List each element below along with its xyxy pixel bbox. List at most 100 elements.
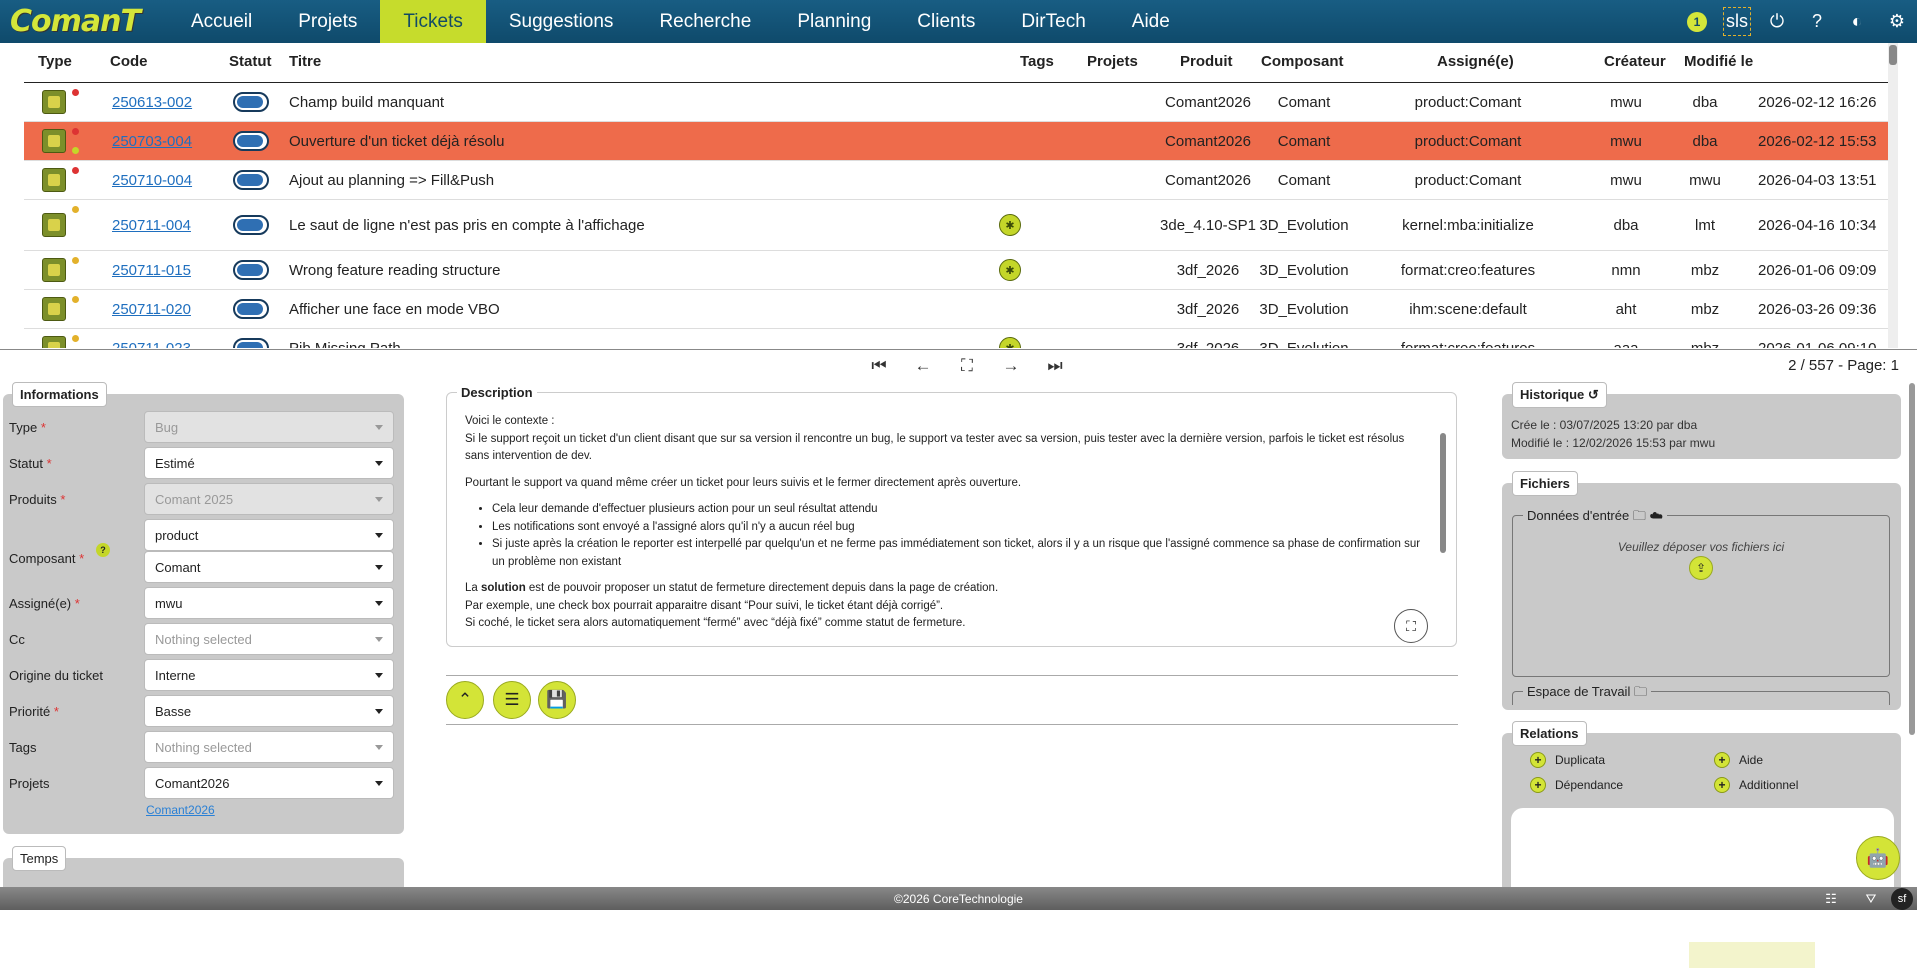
column-header[interactable]: Type: [38, 53, 72, 70]
field-select[interactable]: mwu: [144, 587, 394, 619]
status-toggle[interactable]: [233, 92, 269, 112]
filter-icon[interactable]: ⛛: [1851, 887, 1891, 910]
chevron-down-icon: [375, 497, 383, 502]
nav-planning[interactable]: Planning: [774, 0, 894, 43]
modifie-par: dba: [1692, 132, 1718, 150]
folder-icon[interactable]: 🗀: [1634, 684, 1647, 699]
symfony-icon[interactable]: sf: [1891, 887, 1913, 910]
ticket-code-link[interactable]: 250711-020: [112, 290, 191, 328]
table-row[interactable]: 250711-015 Wrong feature reading structur…: [24, 251, 1888, 290]
gear-icon[interactable]: ⚙: [1877, 0, 1917, 43]
field-select[interactable]: Basse: [144, 695, 394, 727]
field-label: Origine du ticket: [9, 668, 103, 683]
ticket-title: Le saut de ligne n'est pas pris en compt…: [289, 216, 645, 234]
power-icon[interactable]: ⏻: [1757, 0, 1797, 43]
table-scrollbar[interactable]: [1888, 43, 1898, 348]
column-header[interactable]: Modifié le: [1684, 53, 1753, 70]
description-text[interactable]: Voici le contexte : Si le support reçoit…: [465, 413, 1425, 638]
field-select[interactable]: Nothing selected: [144, 731, 394, 763]
status-dot: [72, 89, 79, 96]
historique-title[interactable]: Historique ↺: [1512, 382, 1607, 408]
ticket-code-link[interactable]: 250711-023: [112, 329, 191, 349]
field-select[interactable]: Comant2026: [144, 767, 394, 799]
project-link[interactable]: Comant2026: [146, 803, 215, 817]
column-header[interactable]: Tags: [1020, 53, 1054, 70]
status-toggle[interactable]: [233, 338, 269, 348]
folder-icon[interactable]: 🗀: [1633, 508, 1646, 523]
modified-date: 2026-01-06 09:10: [1758, 339, 1877, 349]
first-page-icon[interactable]: ⏮: [857, 356, 901, 376]
nav-recherche[interactable]: Recherche: [636, 0, 774, 43]
cloud-upload-icon[interactable]: ☁: [1650, 508, 1664, 523]
column-header[interactable]: Produit: [1180, 53, 1233, 70]
nav-aide[interactable]: Aide: [1109, 0, 1193, 43]
modifie-par: mbz: [1690, 261, 1720, 279]
status-toggle[interactable]: [233, 215, 269, 235]
field-select[interactable]: Interne: [144, 659, 394, 691]
ticket-code-link[interactable]: 250711-004: [112, 200, 191, 250]
nav-dirtech[interactable]: DirTech: [998, 0, 1108, 43]
last-page-icon[interactable]: ⏭: [1033, 356, 1077, 376]
status-toggle[interactable]: [233, 260, 269, 280]
upload-icon[interactable]: ⇪: [1689, 556, 1713, 580]
layout-icon[interactable]: ☷: [1811, 887, 1851, 910]
notifications-button[interactable]: 1: [1677, 0, 1717, 43]
robot-assistant-icon[interactable]: 🤖: [1856, 836, 1900, 880]
description-box[interactable]: Description Voici le contexte : Si le su…: [446, 385, 1457, 647]
column-header[interactable]: Composant: [1261, 53, 1344, 70]
column-header[interactable]: Projets: [1087, 53, 1138, 70]
description-scrollbar[interactable]: [1439, 423, 1447, 623]
nav-suggestions[interactable]: Suggestions: [486, 0, 637, 43]
table-row[interactable]: 250711-020 Afficher une face en mode VBO 3…: [24, 290, 1888, 329]
status-toggle[interactable]: [233, 299, 269, 319]
user-button[interactable]: sls: [1723, 7, 1751, 36]
produit: Comant2026: [1165, 93, 1251, 111]
nav-accueil[interactable]: Accueil: [168, 0, 275, 43]
table-row[interactable]: 250703-004 Ouverture d'un ticket déjà rés…: [24, 122, 1888, 161]
comment-icon[interactable]: ☰: [493, 681, 531, 719]
ticket-code-link[interactable]: 250613-002: [112, 83, 192, 121]
relation-duplicata[interactable]: + Duplicata: [1530, 752, 1605, 768]
save-icon[interactable]: 💾: [538, 681, 576, 719]
relation-aide[interactable]: + Aide: [1714, 752, 1763, 768]
table-row[interactable]: 250710-004 Ajout au planning => Fill&Push…: [24, 161, 1888, 200]
page-scrollbar[interactable]: [1908, 383, 1917, 739]
status-toggle[interactable]: [233, 131, 269, 151]
relation-dependance[interactable]: + Dépendance: [1530, 777, 1623, 793]
table-row[interactable]: 250711-023 Pib Missing Path ✱ 3df_2026 3D_Ev…: [24, 329, 1888, 348]
app-logo[interactable]: ComanT: [0, 0, 168, 43]
contrast-icon[interactable]: ◐: [1837, 0, 1877, 43]
workspace-section[interactable]: Espace de Travail 🗀: [1512, 683, 1890, 705]
input-files-dropzone[interactable]: Données d'entrée 🗀 ☁ Veuillez déposer vo…: [1512, 507, 1890, 677]
column-header[interactable]: Assigné(e): [1437, 53, 1514, 70]
nav-tickets[interactable]: Tickets: [380, 0, 486, 43]
column-header[interactable]: Statut: [229, 53, 272, 70]
nav-projets[interactable]: Projets: [275, 0, 380, 43]
produit: Comant2026: [1165, 171, 1251, 189]
ticket-code-link[interactable]: 250711-015: [112, 251, 191, 289]
previous-page-icon[interactable]: ←: [901, 356, 945, 376]
help-icon[interactable]: ?: [96, 543, 110, 557]
column-header[interactable]: Créateur: [1604, 53, 1666, 70]
help-icon[interactable]: ?: [1797, 0, 1837, 43]
field-select[interactable]: Estimé: [144, 447, 394, 479]
ticket-code-link[interactable]: 250703-004: [112, 122, 192, 160]
toggle-icon[interactable]: ⌃: [446, 681, 484, 719]
bug-type-icon: [42, 129, 66, 153]
status-toggle[interactable]: [233, 170, 269, 190]
fullscreen-icon[interactable]: ⛶: [945, 356, 989, 376]
table-row[interactable]: 250613-002 Champ build manquant Comant2026…: [24, 83, 1888, 122]
scrollbar-thumb[interactable]: [1889, 45, 1897, 65]
expand-icon[interactable]: ⛶: [1394, 609, 1428, 643]
field-select[interactable]: Comant: [144, 551, 394, 583]
relation-additionnel[interactable]: + Additionnel: [1714, 777, 1798, 793]
modifie-par: mbz: [1690, 339, 1720, 349]
table-row[interactable]: 250711-004 Le saut de ligne n'est pas pri…: [24, 200, 1888, 251]
field-select[interactable]: Nothing selected: [144, 623, 394, 655]
next-page-icon[interactable]: →: [989, 356, 1033, 376]
column-header[interactable]: Code: [110, 53, 148, 70]
nav-clients[interactable]: Clients: [894, 0, 998, 43]
column-header[interactable]: Titre: [289, 53, 321, 70]
ticket-code-link[interactable]: 250710-004: [112, 161, 192, 199]
field-select[interactable]: product: [144, 519, 394, 551]
